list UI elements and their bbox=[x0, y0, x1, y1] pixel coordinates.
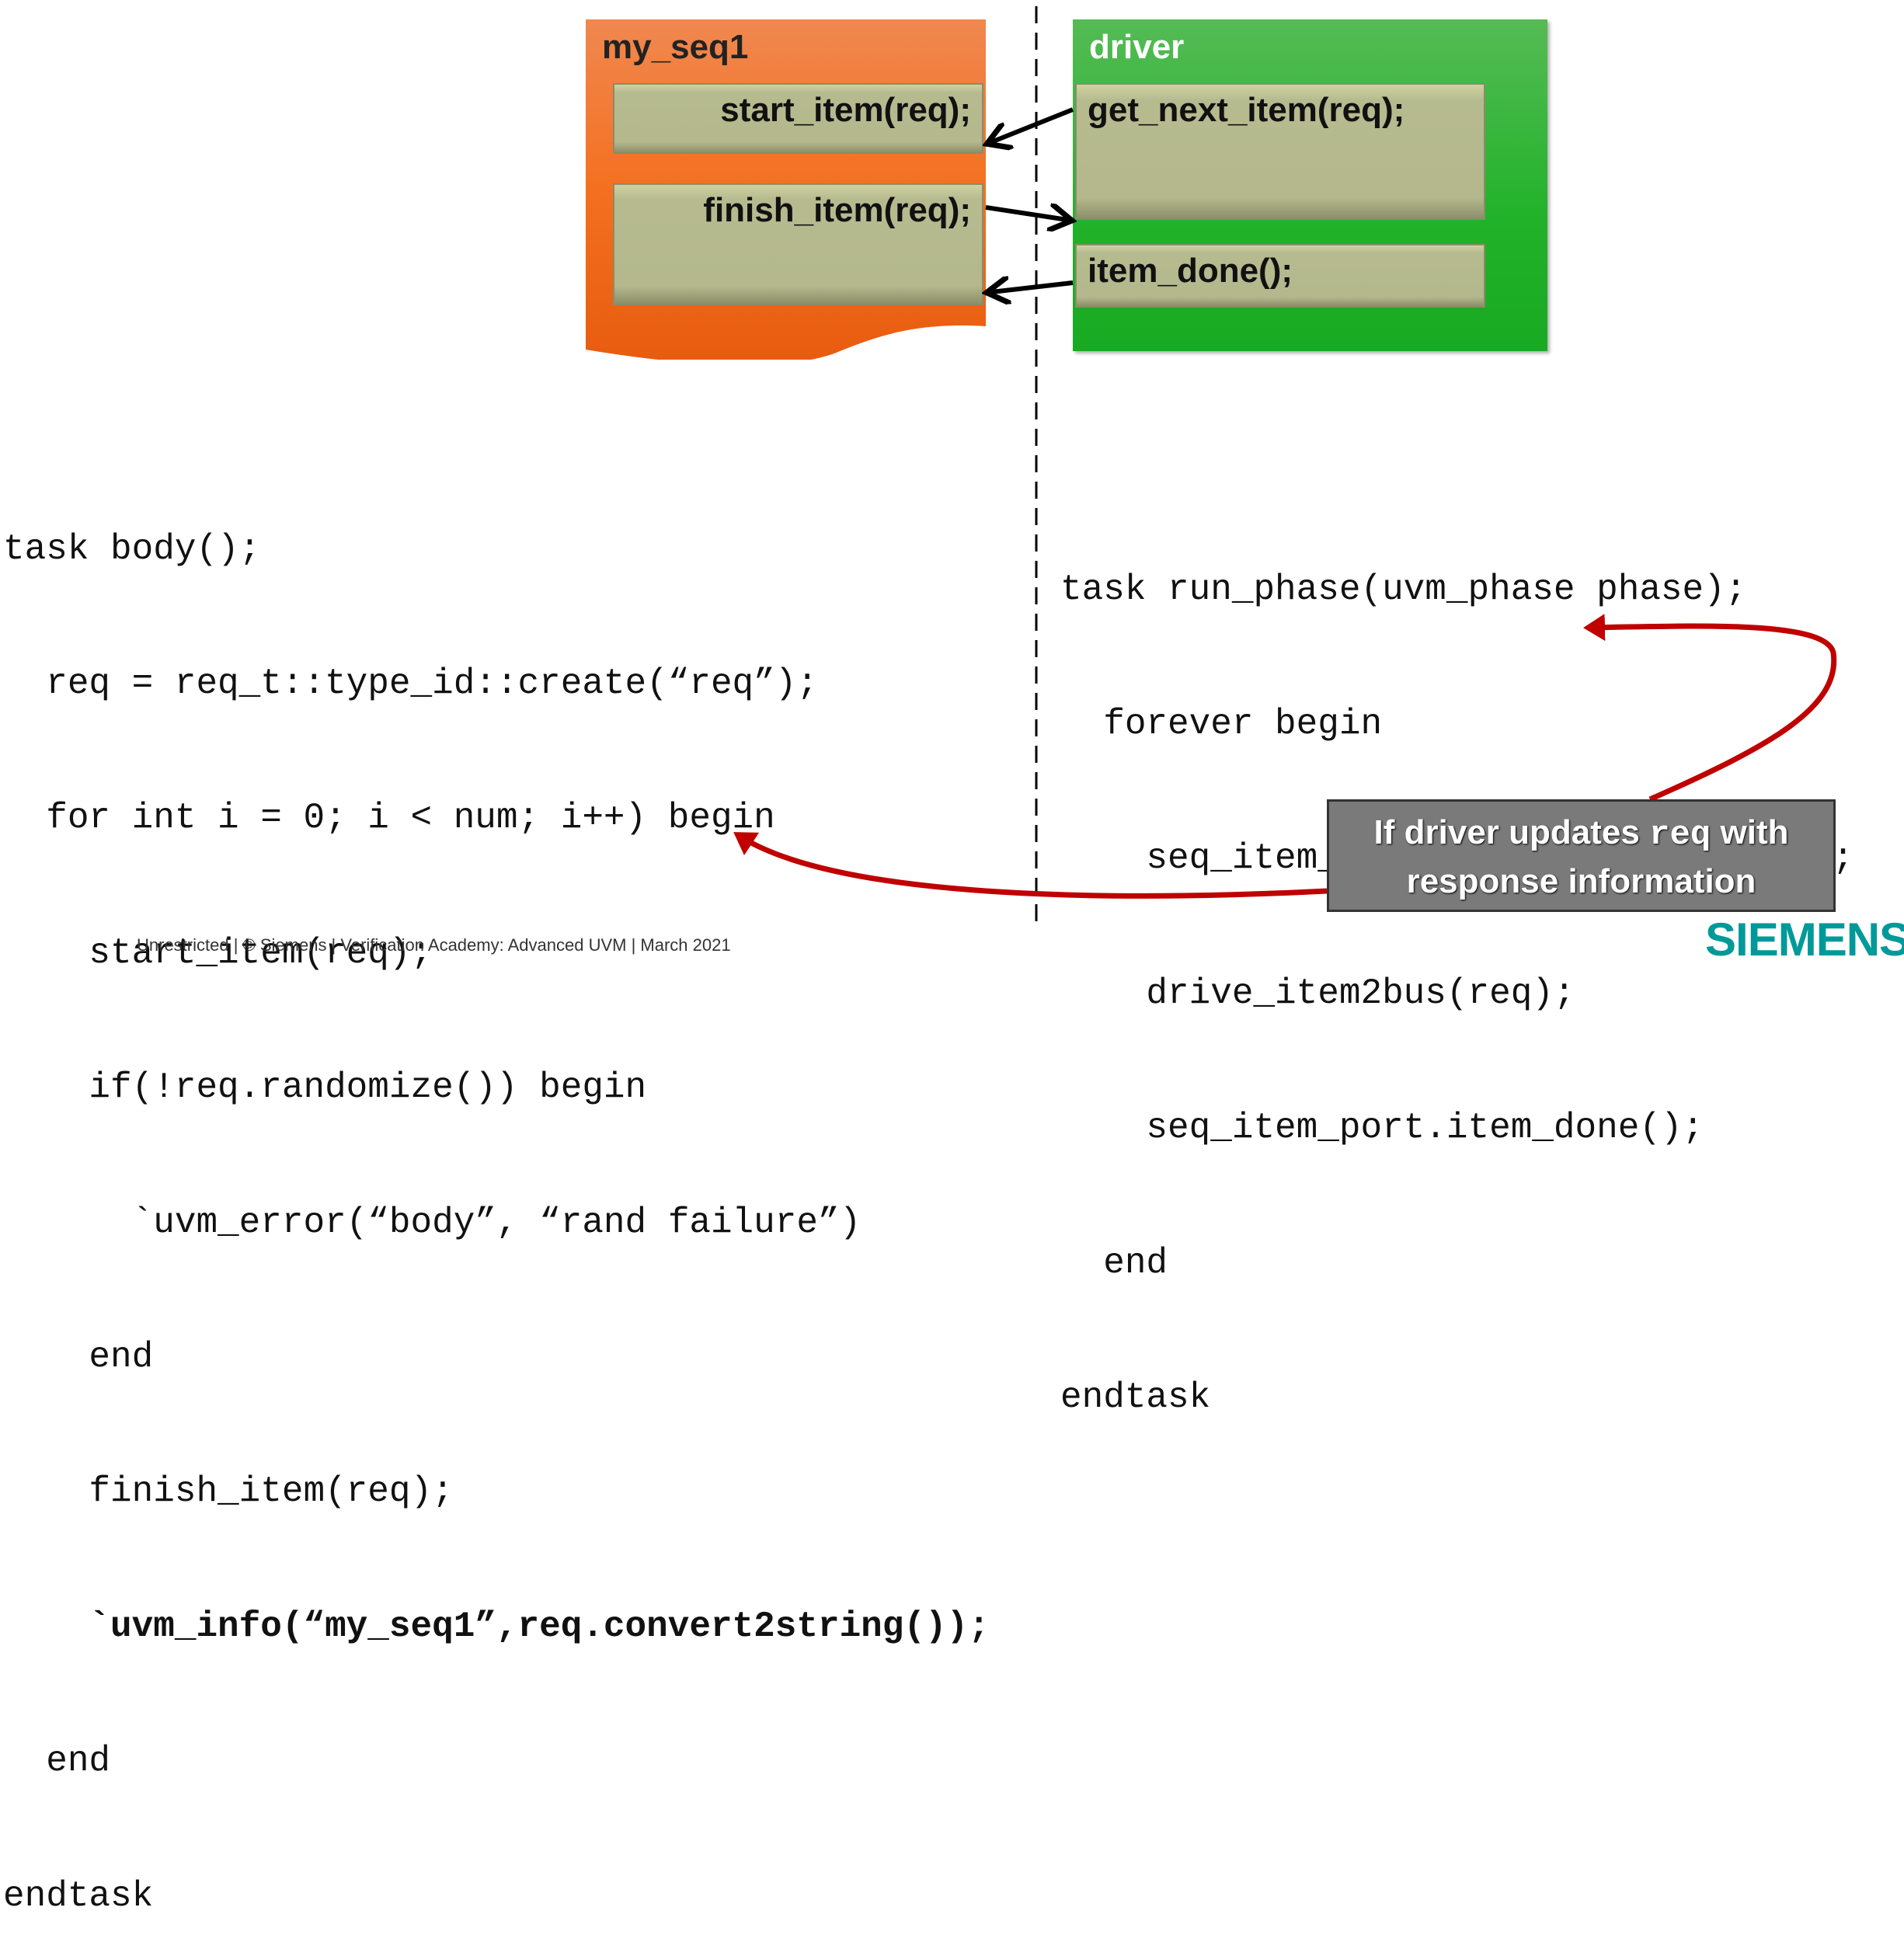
code-line: end bbox=[3, 1741, 111, 1782]
code-line: end bbox=[1060, 1242, 1168, 1283]
code-line-uvm-info: `uvm_info(“my_seq1”,req.convert2string()… bbox=[3, 1606, 990, 1647]
note-text: with bbox=[1711, 813, 1789, 851]
code-line: drive_item2bus(req); bbox=[1060, 973, 1575, 1014]
note-text: If driver updates bbox=[1373, 813, 1650, 851]
annotation-callout: If driver updates req with response info… bbox=[1327, 799, 1836, 912]
red-arrow-to-uvm-info bbox=[733, 832, 1328, 899]
code-line: endtask bbox=[3, 1875, 154, 1916]
note-text: response information bbox=[1406, 862, 1756, 900]
arrow-done-to-finish bbox=[991, 283, 1074, 292]
code-line: finish_item(req); bbox=[3, 1471, 454, 1512]
siemens-logo: SIEMENS bbox=[1705, 914, 1904, 966]
arrow-get-to-start bbox=[991, 107, 1074, 142]
code-line: if(!req.randomize()) begin bbox=[3, 1067, 647, 1108]
code-line: end bbox=[3, 1336, 154, 1377]
footer-text: Unrestricted | © Siemens | Verification … bbox=[137, 935, 731, 955]
code-line: seq_item_port.item_done(); bbox=[1060, 1108, 1704, 1149]
code-line: endtask bbox=[1060, 1376, 1211, 1418]
note-code: req bbox=[1649, 816, 1711, 854]
code-line: `uvm_error(“body”, “rand failure”) bbox=[3, 1202, 861, 1243]
arrow-finish-to-get bbox=[985, 207, 1067, 220]
red-arrow-to-drive bbox=[1583, 614, 1837, 802]
